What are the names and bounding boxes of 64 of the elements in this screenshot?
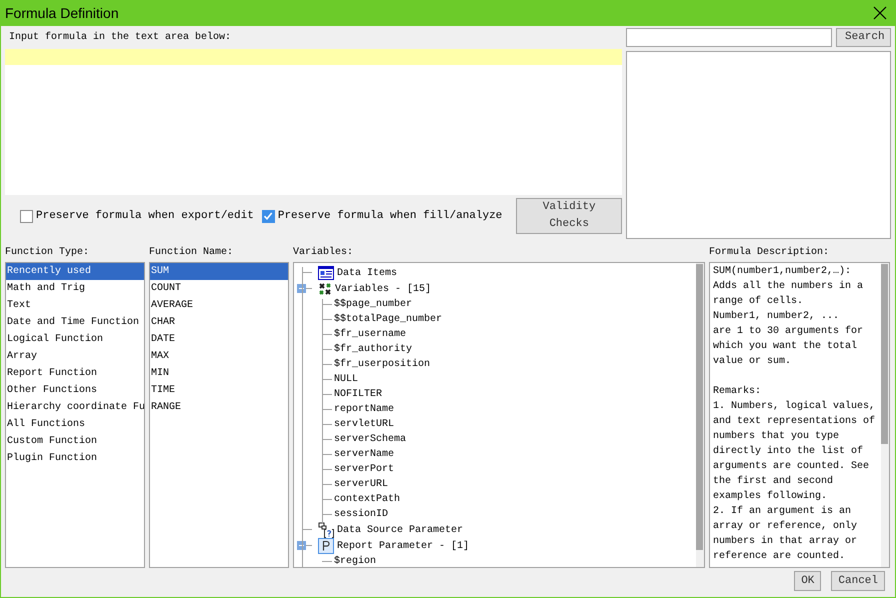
parameter-icon <box>318 522 334 538</box>
tree-item[interactable]: $$totalPage_number <box>334 312 442 327</box>
tree-item[interactable]: NULL <box>334 372 358 387</box>
parameter-icon <box>318 538 334 554</box>
tree-item[interactable]: serverName <box>334 447 394 462</box>
field-label: Input formula in the text area below: <box>9 30 232 45</box>
list-item[interactable]: Plugin Function <box>6 450 144 467</box>
variables-icon <box>318 282 332 296</box>
tree-item[interactable]: reportName <box>334 402 394 417</box>
tree-item[interactable]: $fr_authority <box>334 342 412 357</box>
tree-item[interactable]: Report Parameter - [1] <box>337 538 470 554</box>
tree-item[interactable]: NOFILTER <box>334 387 382 402</box>
tree-item[interactable]: serverSchema <box>334 432 406 447</box>
list-item[interactable]: Text <box>6 297 144 314</box>
tree-item[interactable]: serverPort <box>334 462 394 477</box>
list-item[interactable]: Rencently used <box>6 263 144 280</box>
tree-item[interactable]: servletURL <box>334 417 394 432</box>
column-label: Function Name: <box>149 246 234 260</box>
list-item[interactable]: Report Function <box>6 365 144 382</box>
column-label: Formula Description: <box>709 246 830 260</box>
column-label: Variables: <box>293 246 354 260</box>
list-item[interactable]: TIME <box>150 382 288 399</box>
tree-item[interactable]: $fr_userposition <box>334 357 430 372</box>
window-title: Formula Definition <box>5 4 119 22</box>
validity-checks-button[interactable]: Validity Checks <box>516 198 622 234</box>
tree-item[interactable]: Variables - [15] <box>335 282 432 296</box>
tree-item[interactable]: $$page_number <box>334 297 412 312</box>
tree-item[interactable]: $fr_username <box>334 327 406 342</box>
list-item[interactable]: RANGE <box>150 399 288 416</box>
checkbox[interactable] <box>262 210 275 222</box>
list-item[interactable]: Other Functions <box>6 382 144 399</box>
scrollbar-thumb[interactable] <box>696 264 703 550</box>
close-button[interactable] <box>871 4 889 22</box>
search-field[interactable] <box>626 28 832 47</box>
checkbox-option[interactable]: Preserve formula when fill/analyze <box>262 208 502 224</box>
tree-item[interactable]: $region <box>334 554 376 567</box>
tree-item[interactable]: contextPath <box>334 492 400 507</box>
search-button[interactable]: Search <box>836 28 891 47</box>
list-item[interactable]: Array <box>6 348 144 365</box>
ok-button[interactable]: OK <box>794 571 822 591</box>
list-item[interactable]: Date and Time Function <box>6 314 144 331</box>
tree-item[interactable]: sessionID <box>334 507 388 522</box>
tree-item[interactable]: Data Items <box>337 266 398 280</box>
column-label: Function Type: <box>5 246 90 260</box>
list-item[interactable]: CHAR <box>150 314 288 331</box>
list-item[interactable]: MIN <box>150 365 288 382</box>
list-item[interactable]: SUM <box>150 263 288 280</box>
list-item[interactable]: Custom Function <box>6 433 144 450</box>
list-item[interactable]: Math and Trig <box>6 280 144 297</box>
scrollbar-thumb[interactable] <box>881 264 888 444</box>
list-item[interactable]: Logical Function <box>6 331 144 348</box>
description-text: SUM(number1,number2,…): Adds all the numbers in a range of cells. Number1, number2, ... are 1 to 30 arguments for which you want the total value or sum. Remarks: 1. Numbers, logical values, and text representations of numbers that you type directly into the list of arguments are counted. See the first and second examples following. 2. If an argument is an array or reference, only numbers in that array or reference are counted. <box>712 264 876 564</box>
tree-item[interactable]: serverURL <box>334 477 388 492</box>
checkbox-option[interactable]: Preserve formula when export/edit <box>20 208 254 224</box>
list-item[interactable]: AVERAGE <box>150 297 288 314</box>
list-item[interactable]: COUNT <box>150 280 288 297</box>
list-window-icon <box>318 266 334 280</box>
list-item[interactable]: Hierarchy coordinate Fu <box>6 399 144 416</box>
list-item[interactable]: MAX <box>150 348 288 365</box>
checkbox[interactable] <box>20 210 33 222</box>
list-item[interactable]: All Functions <box>6 416 144 433</box>
cancel-button[interactable]: Cancel <box>831 571 885 591</box>
tree-item[interactable]: Data Source Parameter <box>337 522 464 538</box>
list-item[interactable]: DATE <box>150 331 288 348</box>
